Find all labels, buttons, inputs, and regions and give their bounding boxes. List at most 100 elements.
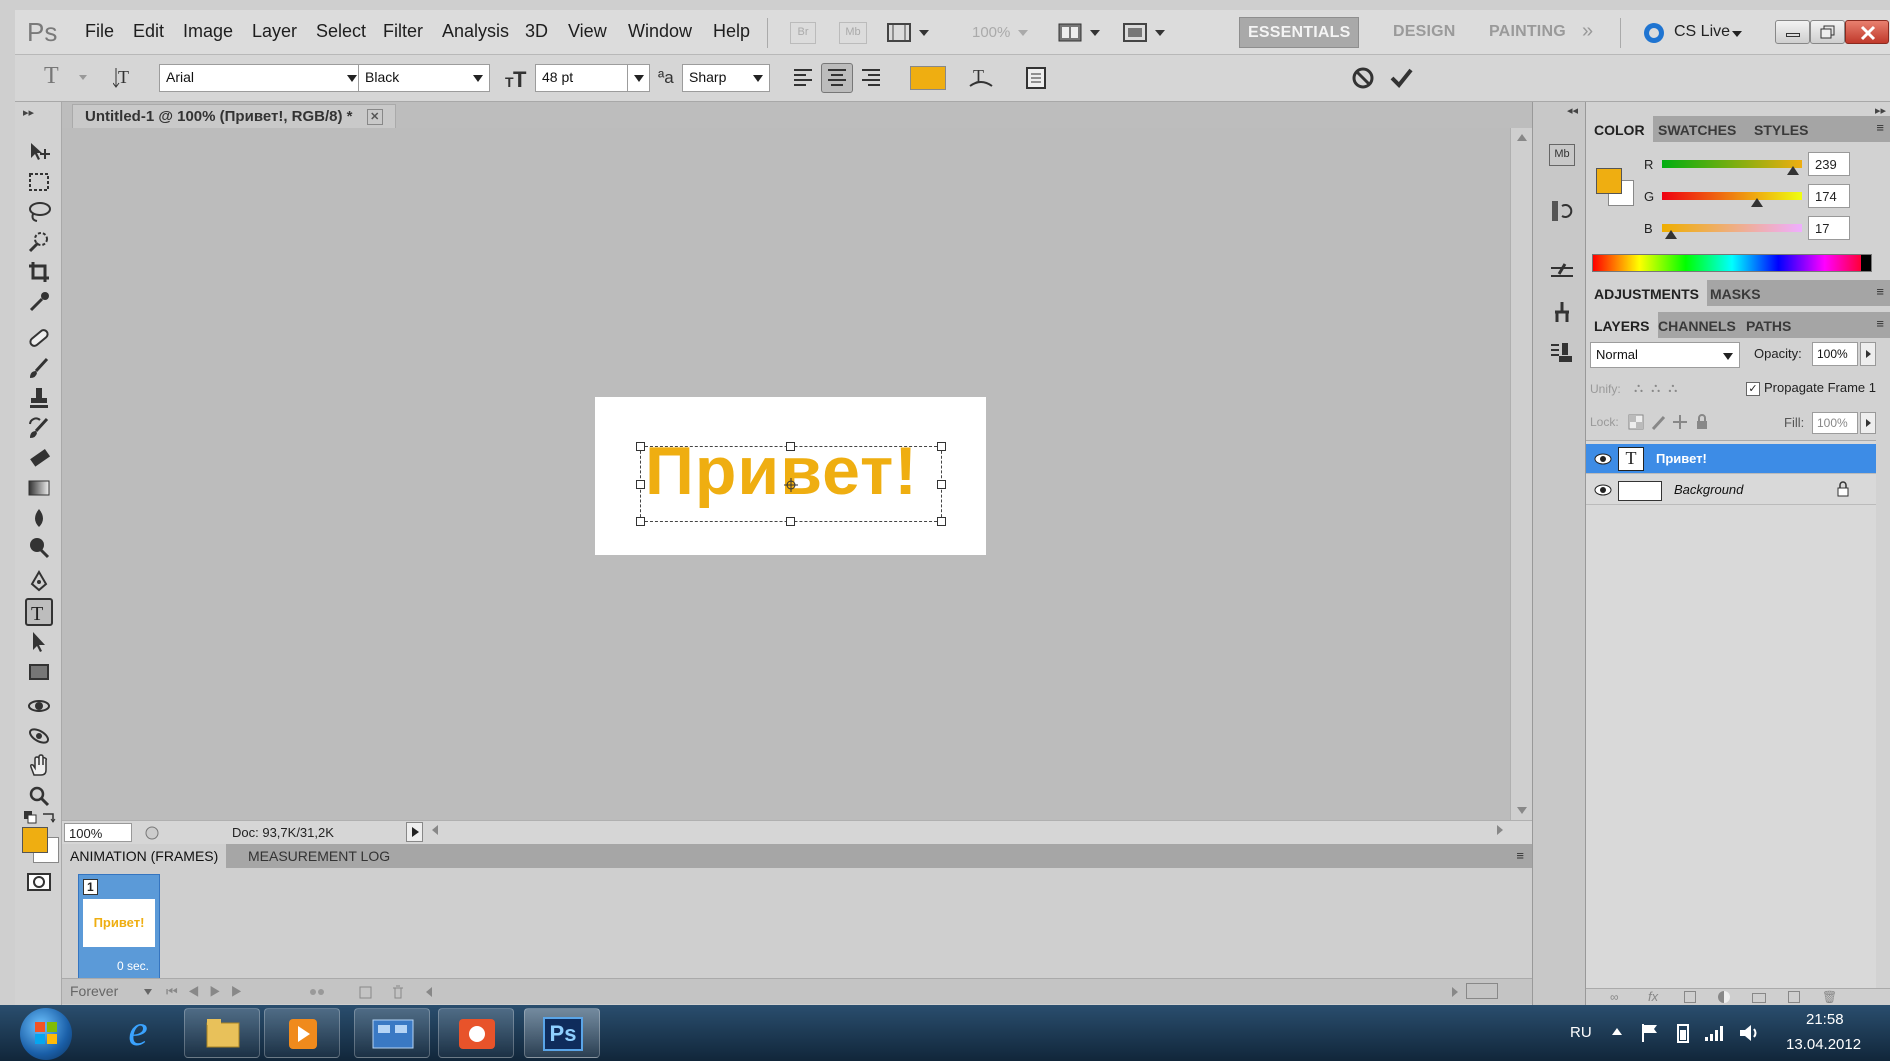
eye-icon[interactable] bbox=[1594, 452, 1612, 466]
adjustment-layer-icon[interactable] bbox=[1718, 991, 1730, 1003]
font-size-field[interactable]: 48 pt bbox=[535, 64, 650, 92]
blend-mode-select[interactable]: Normal bbox=[1590, 342, 1740, 368]
workspace-painting[interactable]: PAINTING bbox=[1481, 17, 1574, 48]
tool-preset-dropdown-icon[interactable] bbox=[79, 75, 87, 80]
workspace-design[interactable]: DESIGN bbox=[1385, 17, 1464, 48]
lock-pixels-icon[interactable] bbox=[1650, 414, 1666, 430]
healing-brush-tool-icon[interactable] bbox=[25, 324, 53, 352]
clock-time[interactable]: 21:58 bbox=[1806, 1011, 1844, 1028]
more-workspaces-button[interactable]: » bbox=[1582, 20, 1593, 43]
scroll-left-icon[interactable] bbox=[432, 825, 438, 835]
unify-icons[interactable]: ⛬⛬⛬ bbox=[1634, 380, 1685, 396]
text-bounding-box[interactable] bbox=[636, 442, 946, 526]
photoshop-taskbar-button[interactable]: Ps bbox=[524, 1008, 600, 1058]
warp-text-icon[interactable]: T bbox=[968, 64, 994, 92]
close-document-icon[interactable]: ✕ bbox=[366, 109, 383, 126]
foreground-color-swatch[interactable] bbox=[1596, 168, 1622, 194]
tab-masks[interactable]: MASKS bbox=[1702, 280, 1769, 306]
opacity-slider-button[interactable] bbox=[1860, 342, 1876, 366]
mini-bridge-button[interactable]: Mb bbox=[839, 22, 867, 44]
delete-layer-icon[interactable]: 🗑 bbox=[1822, 990, 1837, 1004]
layer-row-background[interactable]: Background bbox=[1586, 475, 1876, 505]
marquee-tool-icon[interactable] bbox=[25, 168, 53, 196]
action-center-icon[interactable] bbox=[1640, 1022, 1660, 1044]
swap-colors-icon[interactable] bbox=[41, 810, 57, 824]
tween-icon[interactable] bbox=[308, 984, 328, 1000]
zoom-dropdown-icon[interactable] bbox=[1018, 30, 1028, 36]
path-selection-tool-icon[interactable] bbox=[25, 628, 53, 656]
arrange-documents-icon[interactable] bbox=[1058, 22, 1104, 44]
text-color-swatch[interactable] bbox=[910, 66, 946, 90]
transform-handle[interactable] bbox=[636, 480, 645, 489]
tool-preset-picker[interactable]: T bbox=[44, 63, 59, 90]
cs-live-icon[interactable] bbox=[1642, 21, 1668, 45]
animation-frame[interactable]: 1 Привет! 0 sec. bbox=[78, 874, 160, 979]
menu-filter[interactable]: Filter bbox=[383, 21, 423, 42]
tab-paths[interactable]: PATHS bbox=[1738, 312, 1799, 338]
3d-rotate-tool-icon[interactable] bbox=[25, 692, 53, 720]
gradient-tool-icon[interactable] bbox=[25, 474, 53, 502]
font-family-select[interactable]: Arial bbox=[159, 64, 364, 92]
layer-style-icon[interactable]: fx bbox=[1648, 989, 1658, 1004]
zoom-tool-icon[interactable] bbox=[25, 782, 53, 810]
internet-explorer-icon[interactable]: e bbox=[100, 1008, 176, 1058]
channel-b-field[interactable]: 17 bbox=[1808, 216, 1850, 240]
slider-thumb-icon[interactable] bbox=[1787, 166, 1799, 175]
brush-presets-icon[interactable] bbox=[1549, 260, 1575, 286]
tab-adjustments[interactable]: ADJUSTMENTS bbox=[1586, 280, 1708, 306]
menu-help[interactable]: Help bbox=[713, 21, 750, 42]
vertical-scrollbar[interactable] bbox=[1510, 128, 1532, 820]
transform-handle[interactable] bbox=[937, 517, 946, 526]
lasso-tool-icon[interactable] bbox=[25, 198, 53, 226]
control-panel-taskbar-button[interactable] bbox=[354, 1008, 430, 1058]
language-indicator[interactable]: RU bbox=[1570, 1024, 1592, 1041]
history-brush-tool-icon[interactable] bbox=[25, 414, 53, 442]
channel-g-field[interactable]: 174 bbox=[1808, 184, 1850, 208]
channel-b-slider[interactable] bbox=[1662, 224, 1802, 239]
default-colors-icon[interactable] bbox=[23, 810, 37, 824]
color-ramp[interactable] bbox=[1592, 254, 1872, 272]
frame-delay[interactable]: 0 sec. bbox=[117, 959, 149, 973]
document-tab[interactable]: Untitled-1 @ 100% (Привет!, RGB/8) * ✕ bbox=[72, 104, 396, 128]
font-style-select[interactable]: Black bbox=[358, 64, 490, 92]
channel-g-slider[interactable] bbox=[1662, 192, 1802, 207]
transform-handle[interactable] bbox=[937, 480, 946, 489]
color-ramp-black[interactable] bbox=[1861, 255, 1871, 271]
tab-layers[interactable]: LAYERS bbox=[1586, 312, 1658, 338]
transform-handle[interactable] bbox=[636, 442, 645, 451]
workspace-essentials[interactable]: ESSENTIALS bbox=[1239, 17, 1360, 48]
scroll-right-icon[interactable] bbox=[1452, 987, 1458, 997]
tab-animation-frames[interactable]: ANIMATION (FRAMES) bbox=[62, 844, 227, 868]
status-menu-button[interactable] bbox=[406, 822, 423, 842]
close-window-button[interactable] bbox=[1845, 20, 1889, 44]
scroll-right-icon[interactable] bbox=[1497, 825, 1503, 835]
show-hidden-icons-icon[interactable] bbox=[1612, 1028, 1622, 1035]
fill-field[interactable]: 100% bbox=[1812, 412, 1858, 434]
rectangle-tool-icon[interactable] bbox=[25, 658, 53, 686]
menu-analysis[interactable]: Analysis bbox=[442, 21, 509, 42]
font-size-dropdown-button[interactable] bbox=[627, 65, 649, 91]
opacity-field[interactable]: 100% bbox=[1812, 342, 1858, 366]
explorer-taskbar-button[interactable] bbox=[184, 1008, 260, 1058]
transform-handle[interactable] bbox=[786, 442, 795, 451]
tab-swatches[interactable]: SWATCHES bbox=[1650, 116, 1744, 142]
eye-icon[interactable] bbox=[1594, 483, 1612, 497]
layer-row-text[interactable]: T Привет! bbox=[1586, 444, 1876, 474]
crop-tool-icon[interactable] bbox=[25, 258, 53, 286]
layer-name[interactable]: Background bbox=[1674, 482, 1743, 497]
presentation-taskbar-button[interactable] bbox=[438, 1008, 514, 1058]
collapse-dock-icon[interactable]: ◂◂ bbox=[1567, 104, 1578, 117]
zoom-field[interactable]: 100% bbox=[64, 823, 132, 842]
loop-dropdown-icon[interactable] bbox=[144, 989, 152, 995]
add-mask-icon[interactable] bbox=[1684, 991, 1696, 1003]
volume-icon[interactable] bbox=[1738, 1023, 1760, 1043]
commit-edits-icon[interactable] bbox=[1389, 66, 1413, 90]
hand-tool-icon[interactable] bbox=[25, 752, 53, 780]
convert-to-timeline-icon[interactable] bbox=[1466, 983, 1498, 999]
cancel-edits-icon[interactable] bbox=[1351, 66, 1375, 90]
next-frame-icon[interactable]: ▶ bbox=[231, 984, 253, 999]
fill-slider-button[interactable] bbox=[1860, 412, 1876, 434]
scroll-down-icon[interactable] bbox=[1517, 807, 1527, 814]
move-tool-icon[interactable] bbox=[25, 138, 53, 166]
pen-tool-icon[interactable] bbox=[25, 568, 53, 596]
